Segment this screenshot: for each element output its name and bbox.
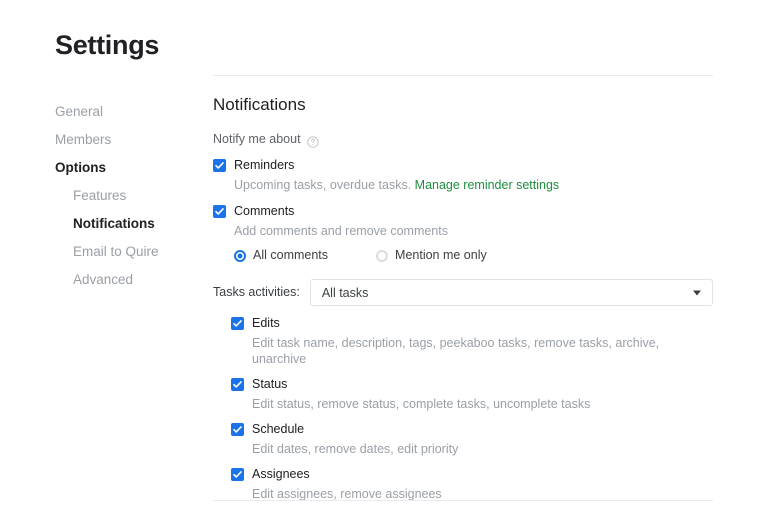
help-circle-icon[interactable] <box>306 135 319 148</box>
page-title: Settings <box>55 30 160 60</box>
radio-option-all-comments[interactable]: All comments <box>234 248 328 263</box>
edits-description: Edit task name, description, tags, peeka… <box>252 336 660 366</box>
sidebar-item-label: Options <box>55 160 106 175</box>
reminders-description: Upcoming tasks, overdue tasks. Manage re… <box>234 177 713 193</box>
top-divider <box>213 75 713 76</box>
assignees-checkbox[interactable] <box>231 468 244 481</box>
sidebar-item-label: Features <box>73 188 127 203</box>
sidebar-item-email-to-quire[interactable]: Email to Quire <box>55 238 205 266</box>
reminders-checkbox-row[interactable]: Reminders <box>213 158 713 173</box>
comments-radio-group: All comments Mention me only <box>234 248 713 263</box>
status-checkbox-row[interactable]: Status <box>231 377 713 392</box>
sidebar-item-label: Notifications <box>73 216 155 231</box>
comments-description: Add comments and remove comments <box>234 224 448 238</box>
comments-label: Comments <box>234 204 295 218</box>
radio-option-mention-me-only[interactable]: Mention me only <box>376 248 487 263</box>
notifications-panel: Notifications Notify me about Reminders … <box>213 75 713 502</box>
schedule-checkbox[interactable] <box>231 423 244 436</box>
reminders-description-text: Upcoming tasks, overdue tasks. <box>234 178 412 192</box>
section-title: Notifications <box>213 95 306 114</box>
sidebar-item-label: Advanced <box>73 272 134 287</box>
mention-me-only-label: Mention me only <box>395 248 487 262</box>
bottom-divider <box>213 500 713 501</box>
tasks-activities-row: Tasks activities: All tasks <box>213 279 713 306</box>
comments-checkbox[interactable] <box>213 205 226 218</box>
sidebar-item-label: General <box>55 104 104 119</box>
tasks-activities-value: All tasks <box>321 285 369 300</box>
edits-checkbox[interactable] <box>231 317 244 330</box>
tasks-activities-select[interactable]: All tasks <box>309 279 713 306</box>
sidebar-item-members[interactable]: Members <box>55 126 205 154</box>
chevron-down-icon[interactable] <box>692 290 701 295</box>
schedule-label: Schedule <box>252 422 305 436</box>
notify-me-about-label: Notify me about <box>213 132 301 146</box>
status-label: Status <box>252 377 288 391</box>
sidebar-item-options[interactable]: Options <box>55 154 205 182</box>
sidebar-item-notifications[interactable]: Notifications <box>55 210 205 238</box>
tasks-activities-list: Edits Edit task name, description, tags,… <box>213 316 713 502</box>
edits-checkbox-row[interactable]: Edits <box>231 316 713 331</box>
status-checkbox[interactable] <box>231 378 244 391</box>
status-description: Edit status, remove status, complete tas… <box>252 397 591 411</box>
reminders-label: Reminders <box>234 158 295 172</box>
reminders-checkbox[interactable] <box>213 159 226 172</box>
schedule-description: Edit dates, remove dates, edit priority <box>252 442 459 456</box>
all-comments-radio[interactable] <box>234 249 246 262</box>
sidebar-item-general[interactable]: General <box>55 98 205 126</box>
all-comments-label: All comments <box>253 248 329 262</box>
schedule-checkbox-row[interactable]: Schedule <box>231 422 713 437</box>
mention-me-only-radio[interactable] <box>376 249 389 262</box>
sidebar-item-label: Email to Quire <box>73 244 159 259</box>
sidebar-item-label: Members <box>55 132 112 147</box>
edits-label: Edits <box>252 316 280 330</box>
settings-sidebar: General Members Options Features Notific… <box>55 98 205 294</box>
notify-me-about-row: Notify me about <box>213 132 713 148</box>
assignees-label: Assignees <box>252 467 310 481</box>
sidebar-item-advanced[interactable]: Advanced <box>55 266 205 294</box>
assignees-checkbox-row[interactable]: Assignees <box>231 467 713 482</box>
manage-reminder-settings-link[interactable]: Manage reminder settings <box>415 178 560 192</box>
tasks-activities-caption: Tasks activities: <box>213 285 300 299</box>
sidebar-item-features[interactable]: Features <box>55 182 205 210</box>
comments-checkbox-row[interactable]: Comments <box>213 204 713 219</box>
